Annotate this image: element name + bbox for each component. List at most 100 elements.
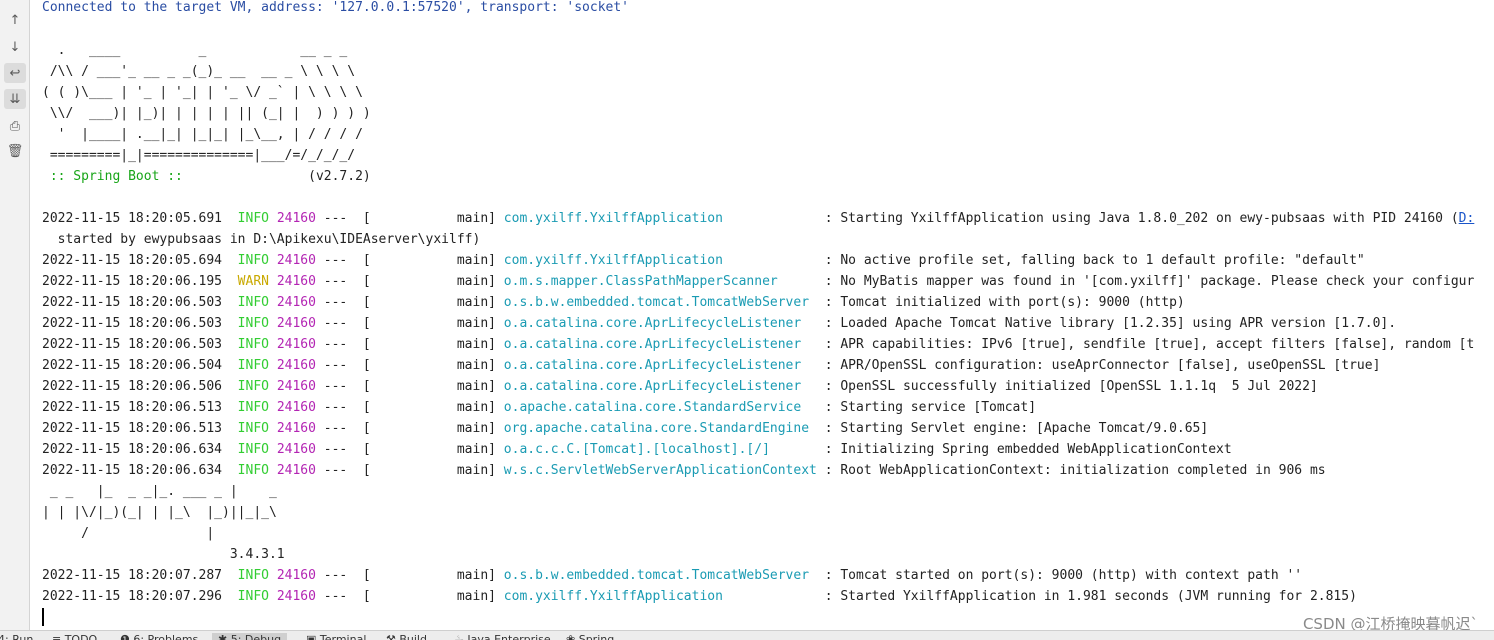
log-thread: --- [ main] (323, 442, 504, 457)
log-level: WARN (237, 274, 269, 289)
log-thread: --- [ main] (323, 463, 504, 478)
log-line: 2022-11-15 18:20:06.513 INFO 24160 --- [… (42, 397, 1036, 418)
log-logger: com.yxilff.YxilffApplication (503, 211, 817, 226)
log-thread: --- [ main] (323, 274, 504, 289)
log-message: : APR capabilities: IPv6 [true], sendfil… (816, 337, 1475, 352)
tool-tab[interactable]: 4: Run (0, 633, 39, 640)
log-line: 2022-11-15 18:20:06.503 INFO 24160 --- [… (42, 334, 1474, 355)
up-arrow-icon[interactable]: ↑ (4, 10, 26, 30)
console-output[interactable]: Connected to the target VM, address: '12… (31, 0, 1494, 630)
log-line: 2022-11-15 18:20:06.504 INFO 24160 --- [… (42, 355, 1380, 376)
log-level: INFO (237, 295, 269, 310)
log-pid: 24160 (276, 442, 316, 457)
log-thread: --- [ main] (323, 400, 504, 415)
log-line: 2022-11-15 18:20:06.634 INFO 24160 --- [… (42, 460, 1326, 481)
log-line: 2022-11-15 18:20:06.634 INFO 24160 --- [… (42, 439, 1232, 460)
log-level: INFO (237, 337, 269, 352)
log-thread: --- [ main] (323, 421, 504, 436)
log-level: INFO (237, 463, 269, 478)
log-message: : Starting Servlet engine: [Apache Tomca… (816, 421, 1209, 436)
log-message: : Started YxilffApplication in 1.981 sec… (816, 589, 1357, 604)
log-logger: org.apache.catalina.core.StandardEngine (503, 421, 817, 436)
spring-ascii-banner-line: ( ( )\___ | '_ | '_| | '_ \/ _` | \ \ \ … (42, 85, 363, 100)
log-level: INFO (237, 316, 269, 331)
log-pid: 24160 (276, 463, 316, 478)
log-message: : Tomcat initialized with port(s): 9000 … (816, 295, 1185, 310)
log-pid: 24160 (276, 589, 316, 604)
log-pid: 24160 (276, 379, 316, 394)
log-thread: --- [ main] (323, 337, 504, 352)
log-pid: 24160 (276, 358, 316, 373)
log-timestamp: 2022-11-15 18:20:06.634 (42, 463, 223, 478)
mybatis-plus-banner-line: _ _ |_ _ _|_. ___ _ | _ (42, 484, 277, 499)
tool-tab[interactable]: ▣ Terminal (300, 633, 372, 640)
log-line: 2022-11-15 18:20:06.506 INFO 24160 --- [… (42, 376, 1318, 397)
spring-ascii-banner-line: \\/ ___)| |_)| | | | | || (_| | ) ) ) ) (42, 106, 371, 121)
log-thread: --- [ main] (323, 358, 504, 373)
scroll-to-end-icon[interactable]: ⇊ (4, 89, 26, 109)
tool-tab[interactable]: ❀ Spring (560, 633, 620, 640)
log-thread: --- [ main] (323, 211, 504, 226)
log-logger: o.a.catalina.core.AprLifecycleListener (503, 379, 817, 394)
tool-tab[interactable]: ≡ TODO (46, 633, 103, 640)
log-thread: --- [ main] (323, 568, 504, 583)
log-level: INFO (237, 400, 269, 415)
log-level: INFO (237, 358, 269, 373)
log-level: INFO (237, 211, 269, 226)
print-icon[interactable]: ⎙ (4, 116, 26, 136)
log-pid: 24160 (276, 568, 316, 583)
spring-boot-version-line: :: Spring Boot :: (v2.7.2) (42, 166, 371, 187)
log-logger: o.s.b.w.embedded.tomcat.TomcatWebServer (503, 295, 817, 310)
log-timestamp: 2022-11-15 18:20:06.503 (42, 316, 223, 331)
connection-message: Connected to the target VM, address: '12… (42, 0, 629, 15)
log-thread: --- [ main] (323, 253, 504, 268)
log-timestamp: 2022-11-15 18:20:06.513 (42, 400, 223, 415)
log-thread: --- [ main] (323, 379, 504, 394)
log-message: : OpenSSL successfully initialized [Open… (816, 379, 1318, 394)
log-logger: com.yxilff.YxilffApplication (503, 589, 817, 604)
log-pid: 24160 (276, 211, 316, 226)
text-caret (42, 608, 44, 626)
log-line: 2022-11-15 18:20:05.694 INFO 24160 --- [… (42, 250, 1365, 271)
console-toolstrip: ↑ ↓ ↩ ⇊ ⎙ 🗑 (0, 0, 30, 630)
log-message: : Loaded Apache Tomcat Native library [1… (816, 316, 1397, 331)
log-message: : No MyBatis mapper was found in '[com.y… (816, 274, 1475, 289)
log-pid: 24160 (276, 253, 316, 268)
log-timestamp: 2022-11-15 18:20:06.513 (42, 421, 223, 436)
log-message: : No active profile set, falling back to… (816, 253, 1365, 268)
log-pid: 24160 (276, 337, 316, 352)
log-timestamp: 2022-11-15 18:20:05.691 (42, 211, 223, 226)
log-timestamp: 2022-11-15 18:20:05.694 (42, 253, 223, 268)
tool-tab[interactable]: ❶ 6: Problems (114, 633, 204, 640)
log-message: : Starting service [Tomcat] (816, 400, 1037, 415)
log-thread: --- [ main] (323, 295, 504, 310)
down-arrow-icon[interactable]: ↓ (4, 37, 26, 57)
tool-tab[interactable]: ⚒ Build (380, 633, 433, 640)
log-line: 2022-11-15 18:20:06.195 WARN 24160 --- [… (42, 271, 1474, 292)
log-pid: 24160 (276, 421, 316, 436)
log-message: : Tomcat started on port(s): 9000 (http)… (816, 568, 1303, 583)
log-timestamp: 2022-11-15 18:20:06.504 (42, 358, 223, 373)
log-logger: o.a.catalina.core.AprLifecycleListener (503, 316, 817, 331)
tool-tab[interactable]: ✱ 5: Debug (212, 633, 288, 640)
ide-debug-console-window: ↑ ↓ ↩ ⇊ ⎙ 🗑 Connected to the target VM, addre… (0, 0, 1494, 640)
log-message: : Root WebApplicationContext: initializa… (816, 463, 1326, 478)
log-logger: w.s.c.ServletWebServerApplicationContext (503, 463, 817, 478)
log-timestamp: 2022-11-15 18:20:06.634 (42, 442, 223, 457)
trash-icon[interactable]: 🗑 (4, 141, 26, 161)
log-source-link[interactable]: D: (1459, 211, 1475, 226)
log-line: 2022-11-15 18:20:06.513 INFO 24160 --- [… (42, 418, 1208, 439)
log-message: : Starting YxilffApplication using Java … (816, 211, 1459, 226)
log-pid: 24160 (276, 316, 316, 331)
log-timestamp: 2022-11-15 18:20:07.287 (42, 568, 223, 583)
log-level: INFO (237, 568, 269, 583)
spring-boot-label: :: Spring Boot :: (42, 169, 191, 184)
log-continuation-line: started by ewypubsaas in D:\Apikexu\IDEA… (42, 232, 481, 247)
soft-wrap-icon[interactable]: ↩ (4, 63, 26, 83)
log-level: INFO (237, 442, 269, 457)
log-level: INFO (237, 589, 269, 604)
log-message: : APR/OpenSSL configuration: useAprConne… (816, 358, 1381, 373)
tool-tab[interactable]: ☕ Java Enterprise (448, 633, 557, 640)
log-timestamp: 2022-11-15 18:20:06.506 (42, 379, 223, 394)
log-timestamp: 2022-11-15 18:20:06.503 (42, 295, 223, 310)
